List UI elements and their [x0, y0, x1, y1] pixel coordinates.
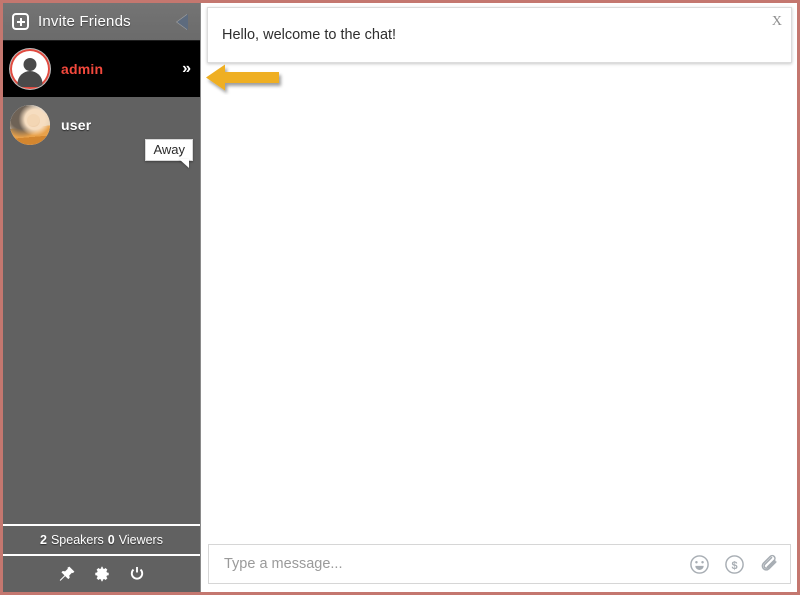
plus-square-icon[interactable] — [12, 13, 29, 30]
message-list — [207, 63, 792, 544]
chat-panel: Hello, welcome to the chat! X — [201, 3, 797, 592]
paperclip-icon[interactable] — [759, 554, 780, 575]
sidebar: Invite Friends admin » user Away — [3, 3, 201, 592]
room-counts: 2 Speakers 0 Viewers — [3, 524, 200, 556]
welcome-notice-text: Hello, welcome to the chat! — [222, 27, 396, 43]
default-person-avatar-icon — [10, 49, 50, 89]
message-composer: $ — [208, 544, 791, 584]
speakers-label: Speakers — [51, 533, 104, 547]
list-item-user[interactable]: user Away — [3, 97, 200, 153]
viewers-count: 0 — [108, 533, 115, 547]
username-admin: admin — [61, 61, 103, 77]
avatar — [10, 49, 50, 89]
pin-icon[interactable] — [58, 565, 76, 583]
list-item-admin[interactable]: admin » — [3, 41, 200, 97]
close-icon[interactable]: X — [772, 15, 782, 29]
avatar — [10, 105, 50, 145]
svg-text:$: $ — [731, 559, 737, 571]
composer-icons: $ — [689, 554, 780, 575]
viewers-label: Viewers — [119, 533, 163, 547]
triangle-left-icon[interactable] — [177, 14, 188, 30]
dollar-circle-icon[interactable]: $ — [724, 554, 745, 575]
app-window: Invite Friends admin » user Away — [0, 0, 800, 595]
invite-friends-label[interactable]: Invite Friends — [38, 13, 131, 30]
username-user: user — [61, 117, 91, 133]
gear-icon[interactable] — [93, 565, 111, 583]
power-icon[interactable] — [128, 565, 146, 583]
emoji-smiley-icon[interactable] — [689, 554, 710, 575]
photo-avatar-icon — [10, 105, 50, 145]
speakers-count: 2 — [40, 533, 47, 547]
sidebar-toolbar — [3, 556, 200, 592]
sidebar-header: Invite Friends — [3, 3, 200, 41]
welcome-notice: Hello, welcome to the chat! X — [207, 7, 792, 63]
status-badge-away: Away — [145, 139, 193, 161]
user-list: admin » user Away — [3, 41, 200, 524]
double-chevron-right-icon[interactable]: » — [182, 61, 190, 77]
message-input[interactable] — [222, 555, 679, 573]
